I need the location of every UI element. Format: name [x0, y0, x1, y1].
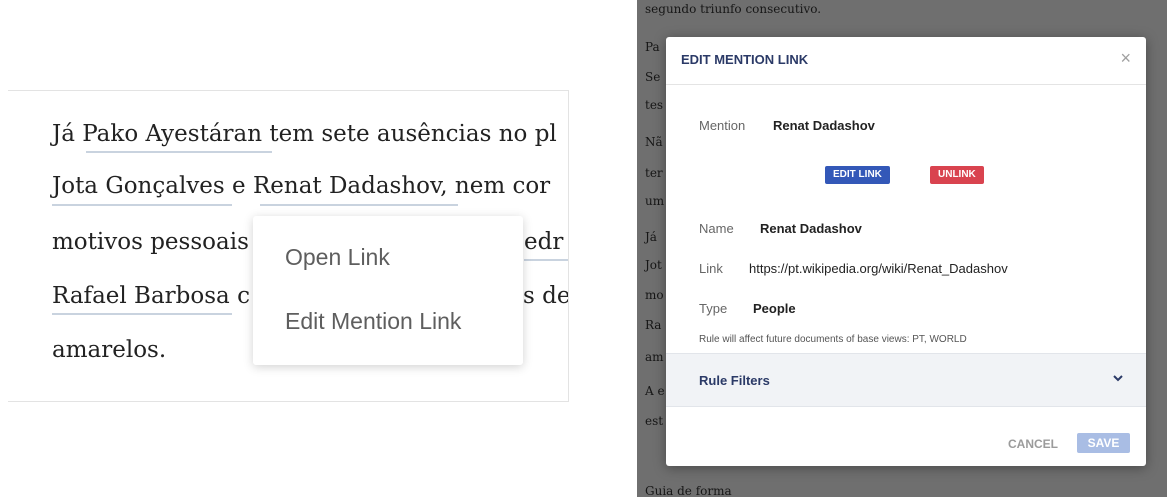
bg-line: tes: [645, 98, 664, 112]
rule-note: Rule will affect future documents of bas…: [699, 334, 967, 345]
rule-filters-accordion[interactable]: Rule Filters: [666, 353, 1146, 407]
dialog-header: EDIT MENTION LINK ×: [666, 37, 1146, 85]
name-value[interactable]: Renat Dadashov: [760, 221, 862, 236]
bg-footer-heading: Guia de forma: [645, 484, 732, 497]
bg-line: Se: [645, 70, 661, 84]
edit-mention-link-dialog: EDIT MENTION LINK × Mention Renat Dadash…: [666, 37, 1146, 466]
mention-underline-pedro: [524, 259, 568, 261]
article-line-1: Já Pako Ayestáran tem sete ausências no …: [52, 121, 557, 147]
rule-filters-label: Rule Filters: [699, 373, 770, 388]
edit-mention-link-menu-item[interactable]: Edit Mention Link: [285, 308, 461, 335]
edit-link-button[interactable]: EDIT LINK: [825, 166, 890, 184]
bg-line: Já: [645, 230, 657, 244]
save-button[interactable]: SAVE: [1077, 433, 1130, 453]
mention-underline-renat[interactable]: [260, 204, 458, 206]
bg-line: ter: [645, 166, 663, 180]
article-line-4a: Rafael Barbosa c: [52, 283, 250, 309]
mention-label: Mention: [699, 118, 746, 133]
bg-line: mo: [645, 288, 664, 302]
article-line-4b: s de: [523, 283, 569, 309]
mention-underline-rafael: [52, 313, 232, 315]
editor-overlay: segundo triunfo consecutivo. Pa Se tes N…: [637, 0, 1167, 497]
unlink-button[interactable]: UNLINK: [930, 166, 984, 184]
article-line-2: Jota Gonçalves e Renat Dadashov, nem cor: [52, 173, 551, 199]
type-label: Type: [699, 301, 728, 316]
type-value[interactable]: People: [753, 301, 796, 316]
cancel-button[interactable]: CANCEL: [1008, 437, 1058, 451]
bg-line: um: [645, 194, 665, 208]
close-icon[interactable]: ×: [1120, 48, 1131, 69]
bg-line: am: [645, 350, 664, 364]
dialog-title: EDIT MENTION LINK: [681, 52, 809, 67]
bg-line: Pa: [645, 40, 660, 54]
mention-underline-jota: [52, 204, 232, 206]
bg-line: est: [645, 414, 664, 428]
link-label: Link: [699, 261, 723, 276]
bg-line: A e: [645, 384, 665, 398]
link-value[interactable]: https://pt.wikipedia.org/wiki/Renat_Dada…: [749, 261, 1008, 276]
bg-line: Jot: [645, 258, 662, 272]
mention-value: Renat Dadashov: [773, 118, 875, 133]
mention-underline-pako: [86, 151, 272, 153]
context-menu: Open Link Edit Mention Link: [253, 216, 523, 365]
bg-line: Nã: [645, 135, 663, 149]
article-line-3a: motivos pessoais: [52, 229, 249, 255]
article-line-5: amarelos.: [52, 337, 167, 363]
article-preview-panel: Já Pako Ayestáran tem sete ausências no …: [8, 90, 569, 402]
name-label: Name: [699, 221, 734, 236]
bg-line: segundo triunfo consecutivo.: [645, 2, 822, 16]
open-link-menu-item[interactable]: Open Link: [285, 244, 390, 271]
chevron-down-icon[interactable]: [1112, 372, 1124, 384]
article-line-3b: edr: [524, 229, 564, 255]
bg-line: Ra: [645, 318, 662, 332]
